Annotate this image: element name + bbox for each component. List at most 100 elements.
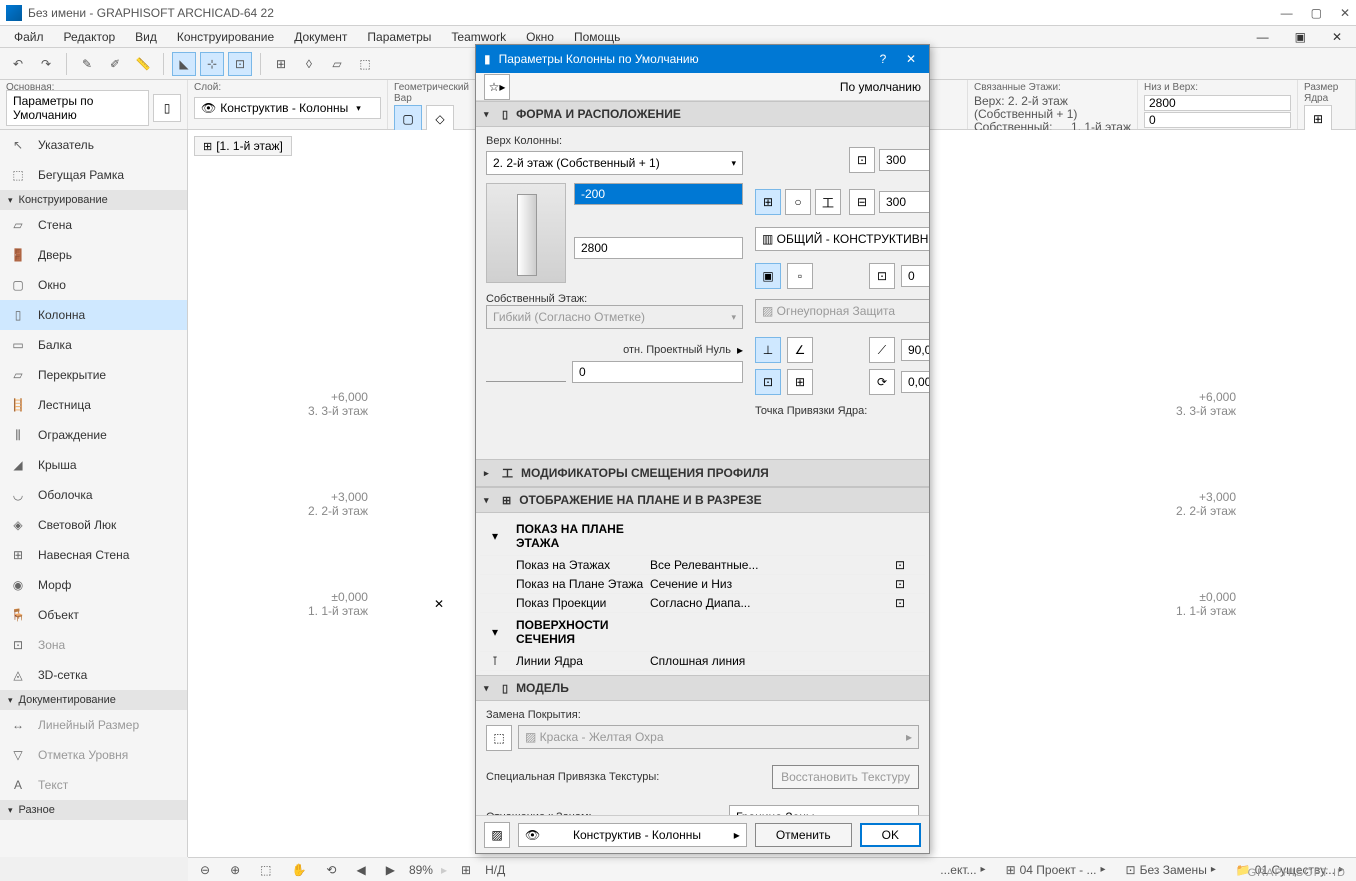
suspend-button[interactable]: ⬚ — [353, 52, 377, 76]
cancel-button[interactable]: Отменить — [755, 823, 852, 847]
depth-input[interactable] — [879, 191, 929, 213]
undo-button[interactable]: ↶ — [6, 52, 30, 76]
grid-snap-button[interactable]: ⊞ — [269, 52, 293, 76]
tool-text[interactable]: AТекст — [0, 770, 187, 800]
wrap-off-button[interactable]: ⊞ — [787, 369, 813, 395]
group-construct[interactable]: Конструирование — [0, 190, 187, 210]
vert-button[interactable]: ⊥ — [755, 337, 781, 363]
guideline-button[interactable]: ◣ — [172, 52, 196, 76]
tool-railing[interactable]: ⫼Ограждение — [0, 420, 187, 450]
tool-shell[interactable]: ◡Оболочка — [0, 480, 187, 510]
panel-restore-icon[interactable]: ▣ — [1287, 28, 1314, 46]
tool-curtainwall[interactable]: ⊞Навесная Стена — [0, 540, 187, 570]
snap-point-button[interactable]: ⊡ — [228, 52, 252, 76]
panel-minimize-icon[interactable]: — — [1249, 28, 1277, 46]
footer-layer-icon[interactable]: ▨ — [484, 822, 510, 848]
tool-marquee[interactable]: ⬚Бегущая Рамка — [0, 160, 187, 190]
tool-window[interactable]: ▢Окно — [0, 270, 187, 300]
snap-guide-button[interactable]: ⊹ — [200, 52, 224, 76]
column-preview-icon[interactable]: ▯ — [153, 94, 181, 122]
tool-skylight[interactable]: ◈Световой Люк — [0, 510, 187, 540]
restore-texture-button[interactable]: Восстановить Текстуру — [772, 765, 919, 789]
zoom-in-button[interactable]: ⊕ — [224, 861, 246, 879]
plan-group-1[interactable]: ПОКАЗ НА ПЛАНЕ ЭТАЖА — [510, 519, 650, 553]
shape-circle-button[interactable]: ○ — [785, 189, 811, 215]
menu-options[interactable]: Параметры — [359, 28, 439, 46]
group-misc[interactable]: Разное — [0, 800, 187, 820]
height-input[interactable] — [574, 237, 743, 259]
tool-mesh[interactable]: ◬3D-сетка — [0, 660, 187, 690]
wrap-on-button[interactable]: ⊡ — [755, 369, 781, 395]
view-tab[interactable]: ⊞ [1. 1-й этаж] — [194, 136, 292, 156]
favorites-button[interactable]: ☆▸ — [484, 74, 510, 100]
measure-button[interactable]: 📏 — [131, 52, 155, 76]
panel-close-icon[interactable]: ✕ — [1324, 28, 1350, 46]
tool-object[interactable]: 🪑Объект — [0, 600, 187, 630]
tool-morph[interactable]: ◉Морф — [0, 570, 187, 600]
tool-slab[interactable]: ▱Перекрытие — [0, 360, 187, 390]
zoom-prev-button[interactable]: ◀ — [350, 861, 371, 879]
tool-beam[interactable]: ▭Балка — [0, 330, 187, 360]
geom-rotated-button[interactable]: ◇ — [426, 105, 454, 133]
redo-button[interactable]: ↷ — [34, 52, 58, 76]
gravity-button[interactable]: ◊ — [297, 52, 321, 76]
veneer-off-button[interactable]: ▫ — [787, 263, 813, 289]
proj-zero-input[interactable] — [572, 361, 743, 383]
minimize-button[interactable]: — — [1281, 6, 1293, 20]
tool-stair[interactable]: 🪜Лестница — [0, 390, 187, 420]
scale-button[interactable]: ⊞ — [455, 861, 477, 879]
tool-column[interactable]: ▯Колонна — [0, 300, 187, 330]
zoom-value[interactable]: 89% — [409, 863, 433, 877]
bottom-offset-input[interactable] — [1144, 112, 1291, 128]
zoom-out-button[interactable]: ⊖ — [194, 861, 216, 879]
tool-level[interactable]: ▽Отметка Уровня — [0, 740, 187, 770]
status-item-2[interactable]: ⊡ Без Замены — [1120, 861, 1222, 879]
rotation-input[interactable] — [901, 371, 929, 393]
status-item-1[interactable]: ⊞ 04 Проект - ... — [1000, 861, 1112, 879]
dialog-close-button[interactable]: ✕ — [901, 52, 921, 66]
shape-profile-button[interactable]: 工 — [815, 189, 841, 215]
plane-button[interactable]: ▱ — [325, 52, 349, 76]
top-offset-input[interactable] — [574, 183, 743, 205]
slant-angle-input[interactable] — [901, 339, 929, 361]
section-model-header[interactable]: ▾▯ МОДЕЛЬ — [476, 675, 929, 701]
plan-row[interactable]: Показ на ЭтажахВсе Релевантные...⊡ — [480, 556, 925, 575]
slant-button[interactable]: ∠ — [787, 337, 813, 363]
section-offset-header[interactable]: ▸工 МОДИФИКАТОРЫ СМЕЩЕНИЯ ПРОФИЛЯ — [476, 459, 929, 487]
close-button[interactable]: ✕ — [1340, 6, 1350, 20]
dialog-help-button[interactable]: ? — [873, 52, 893, 66]
layer-dropdown[interactable]: Конструктив - Колонны — [194, 97, 381, 119]
footer-layer-dropdown[interactable]: Конструктив - Колонны▸ — [518, 823, 747, 847]
override-toggle-button[interactable]: ⬚ — [486, 725, 512, 751]
zone-dropdown[interactable]: Граница Зоны — [729, 805, 919, 815]
tool-arrow[interactable]: ↖Указатель — [0, 130, 187, 160]
tool-zone[interactable]: ⊡Зона — [0, 630, 187, 660]
section-form-header[interactable]: ▾▯ ФОРМА И РАСПОЛОЖЕНИЕ — [476, 101, 929, 127]
group-document[interactable]: Документирование — [0, 690, 187, 710]
width-input[interactable] — [879, 149, 929, 171]
menu-document[interactable]: Документ — [286, 28, 355, 46]
inject-button[interactable]: ✐ — [103, 52, 127, 76]
tool-wall[interactable]: ▱Стена — [0, 210, 187, 240]
plan-row[interactable]: ⊺Линии ЯдраСплошная линия — [480, 652, 925, 671]
pick-button[interactable]: ✎ — [75, 52, 99, 76]
veneer-input[interactable] — [901, 265, 929, 287]
geom-simple-button[interactable]: ▢ — [394, 105, 422, 133]
shape-rect-button[interactable]: ⊞ — [755, 189, 781, 215]
status-item-0[interactable]: ...ект... — [934, 861, 991, 879]
pan-button[interactable]: ✋ — [285, 861, 312, 879]
plan-group-2[interactable]: ПОВЕРХНОСТИ СЕЧЕНИЯ — [510, 615, 650, 649]
maximize-button[interactable]: ▢ — [1311, 6, 1322, 20]
menu-file[interactable]: Файл — [6, 28, 52, 46]
tool-door[interactable]: 🚪Дверь — [0, 240, 187, 270]
material-dropdown[interactable]: ▥ ОБЩИЙ - КОНСТРУКТИВНЫЙ▸ — [755, 227, 929, 251]
menu-view[interactable]: Вид — [127, 28, 165, 46]
menu-help[interactable]: Помощь — [566, 28, 628, 46]
dialog-titlebar[interactable]: ▮ Параметры Колонны по Умолчанию ? ✕ — [476, 45, 929, 73]
orbit-button[interactable]: ⟲ — [320, 861, 342, 879]
ok-button[interactable]: OK — [860, 823, 921, 847]
menu-construct[interactable]: Конструирование — [169, 28, 282, 46]
menu-teamwork[interactable]: Teamwork — [443, 28, 514, 46]
chevron-right-icon[interactable]: ▸ — [737, 343, 743, 357]
veneer-on-button[interactable]: ▣ — [755, 263, 781, 289]
